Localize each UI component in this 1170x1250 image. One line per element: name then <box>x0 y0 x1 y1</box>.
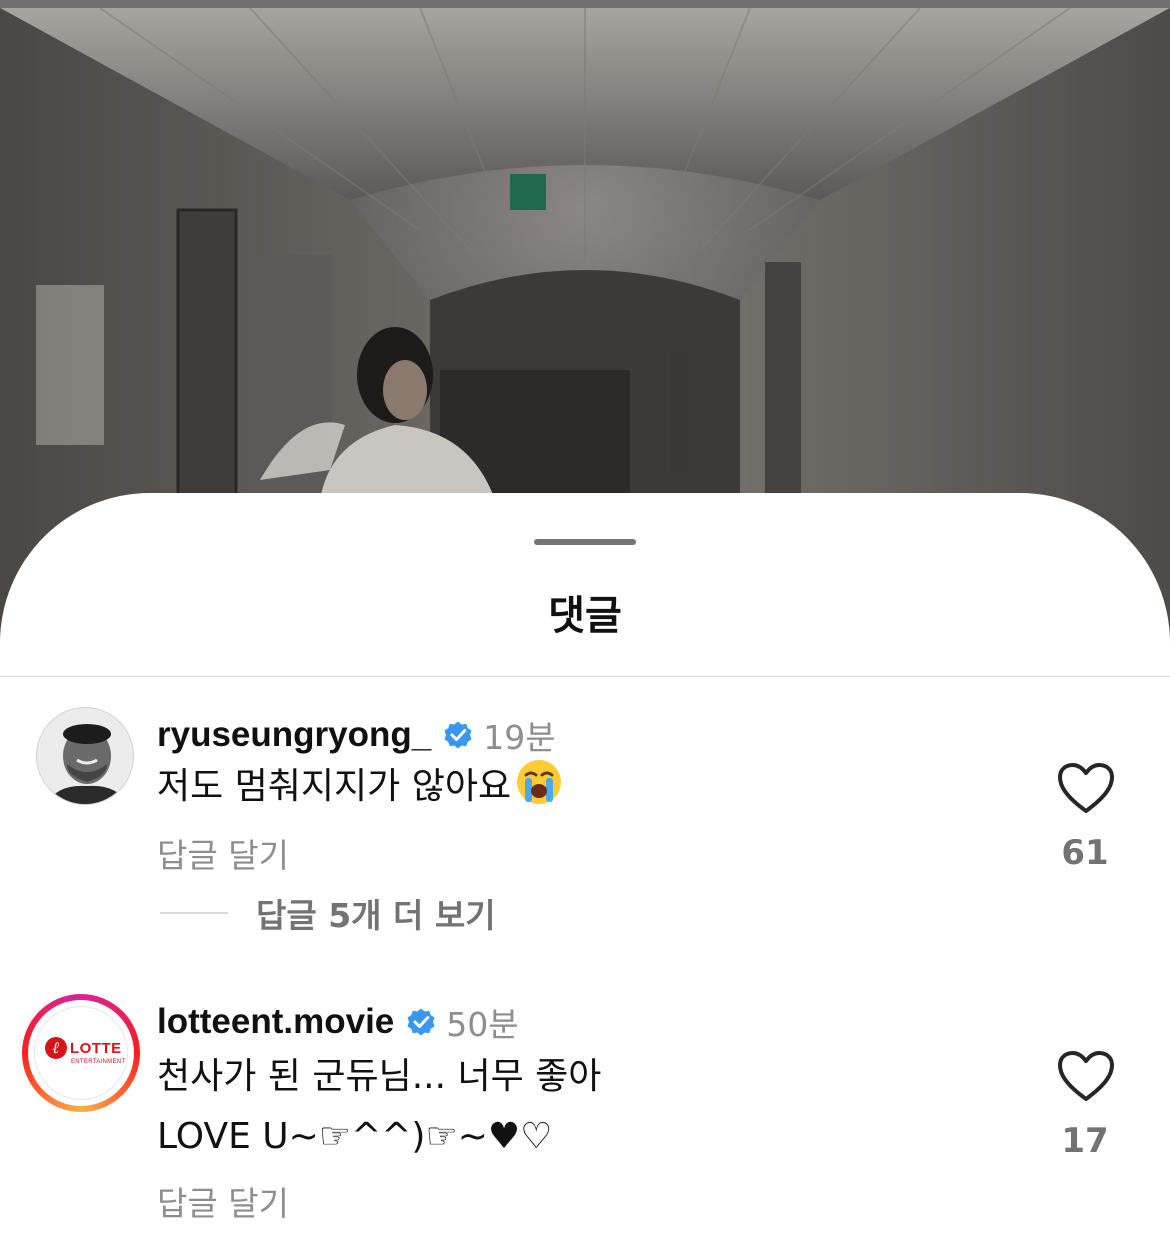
view-more-replies-button[interactable]: 답글 5개 더 보기 <box>160 889 496 937</box>
username[interactable]: ryuseungryong_ <box>157 715 431 755</box>
loudly-crying-face-icon <box>517 760 562 804</box>
like-count: 61 <box>1061 833 1109 873</box>
lotte-logo: ℓ LOTTE ENTERTAINMENT <box>34 1006 128 1100</box>
divider <box>0 676 1170 677</box>
comment-time: 50분 <box>446 1005 519 1044</box>
status-strip <box>0 0 1170 8</box>
logo-sub: ENTERTAINMENT <box>71 1059 126 1065</box>
verified-badge-icon <box>407 1008 435 1036</box>
lotte-mark-icon: ℓ <box>45 1037 67 1059</box>
comment-text-line2: LOVE U~☞^^)☞~♥♡ <box>157 1116 553 1157</box>
sheet-title: 댓글 <box>548 593 622 639</box>
logo-brand: LOTTE <box>70 1039 122 1057</box>
comments-screen: 댓글 ryuseungryong_ 19분 저도 멈춰지지가 않아요 답글 달기… <box>0 0 1170 1250</box>
replies-line <box>160 912 228 914</box>
comment-text: 저도 멈춰지지가 않아요 <box>157 757 563 817</box>
comment-header: ryuseungryong_ 19분 <box>157 711 556 759</box>
like-count: 17 <box>1061 1121 1109 1161</box>
comment-text-line1: 천사가 된 군듀님... 너무 좋아 <box>157 1056 602 1097</box>
heart-icon[interactable] <box>1056 761 1116 817</box>
sheet-drag-handle[interactable] <box>534 539 636 545</box>
username[interactable]: lotteent.movie <box>157 1002 394 1042</box>
verified-badge-icon <box>444 721 472 749</box>
comment-header: lotteent.movie 50분 <box>157 998 519 1046</box>
story-ring-avatar[interactable]: ℓ LOTTE ENTERTAINMENT <box>22 994 140 1112</box>
comments-sheet: 댓글 ryuseungryong_ 19분 저도 멈춰지지가 않아요 답글 달기… <box>0 493 1170 1250</box>
reply-button[interactable]: 답글 달기 <box>157 829 289 877</box>
comment-body: 저도 멈춰지지가 않아요 <box>157 766 512 807</box>
avatar[interactable] <box>36 707 134 805</box>
avatar-photo <box>37 708 133 804</box>
logo-row: ℓ LOTTE <box>45 1037 122 1059</box>
avatar-ring-inner: ℓ LOTTE ENTERTAINMENT <box>28 1000 134 1106</box>
comment-time: 19분 <box>483 718 556 757</box>
view-more-replies-label: 답글 5개 더 보기 <box>256 896 496 935</box>
reply-button[interactable]: 답글 달기 <box>157 1177 289 1225</box>
heart-icon[interactable] <box>1056 1049 1116 1105</box>
